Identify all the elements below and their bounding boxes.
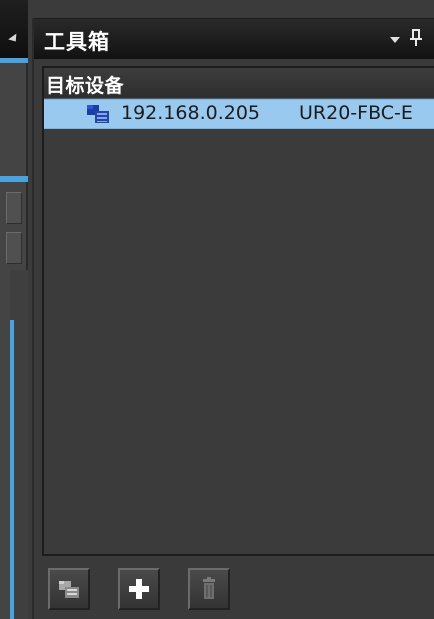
tree-header-label: 目标设备 <box>46 75 125 97</box>
network-device-icon <box>59 581 79 598</box>
toolbox-toolbar <box>34 556 434 619</box>
app-window: 工具箱 目标设备 192.168.0.205 UR20-FBC-E <box>0 0 434 619</box>
toolbox-title: 工具箱 <box>44 30 110 54</box>
left-panel-tab-1[interactable] <box>6 192 22 224</box>
tree-header: 目标设备 <box>44 68 434 99</box>
toolbox-panel: 工具箱 目标设备 192.168.0.205 UR20-FBC-E <box>32 18 434 619</box>
add-button[interactable] <box>118 568 160 610</box>
left-panel-edge <box>0 0 28 619</box>
device-model: UR20-FBC-E <box>299 102 413 124</box>
chevron-icon[interactable] <box>8 33 20 45</box>
plus-icon <box>129 579 149 599</box>
device-ip: 192.168.0.205 <box>121 102 261 124</box>
add-device-button[interactable] <box>48 568 90 610</box>
chevron-down-icon[interactable] <box>390 37 400 43</box>
tree-item-device[interactable]: 192.168.0.205 UR20-FBC-E <box>44 99 434 129</box>
delete-button[interactable] <box>188 568 230 610</box>
toolbox-header: 工具箱 <box>34 18 434 59</box>
target-device-tree: 目标设备 192.168.0.205 UR20-FBC-E <box>42 66 434 556</box>
left-panel-header <box>0 0 28 60</box>
pin-icon[interactable] <box>409 28 423 48</box>
trash-icon <box>203 577 215 599</box>
network-device-icon <box>87 105 109 123</box>
left-panel-accent-2 <box>0 176 28 182</box>
left-panel-scroll-accent <box>10 320 14 619</box>
left-panel-tab-2[interactable] <box>6 232 22 264</box>
